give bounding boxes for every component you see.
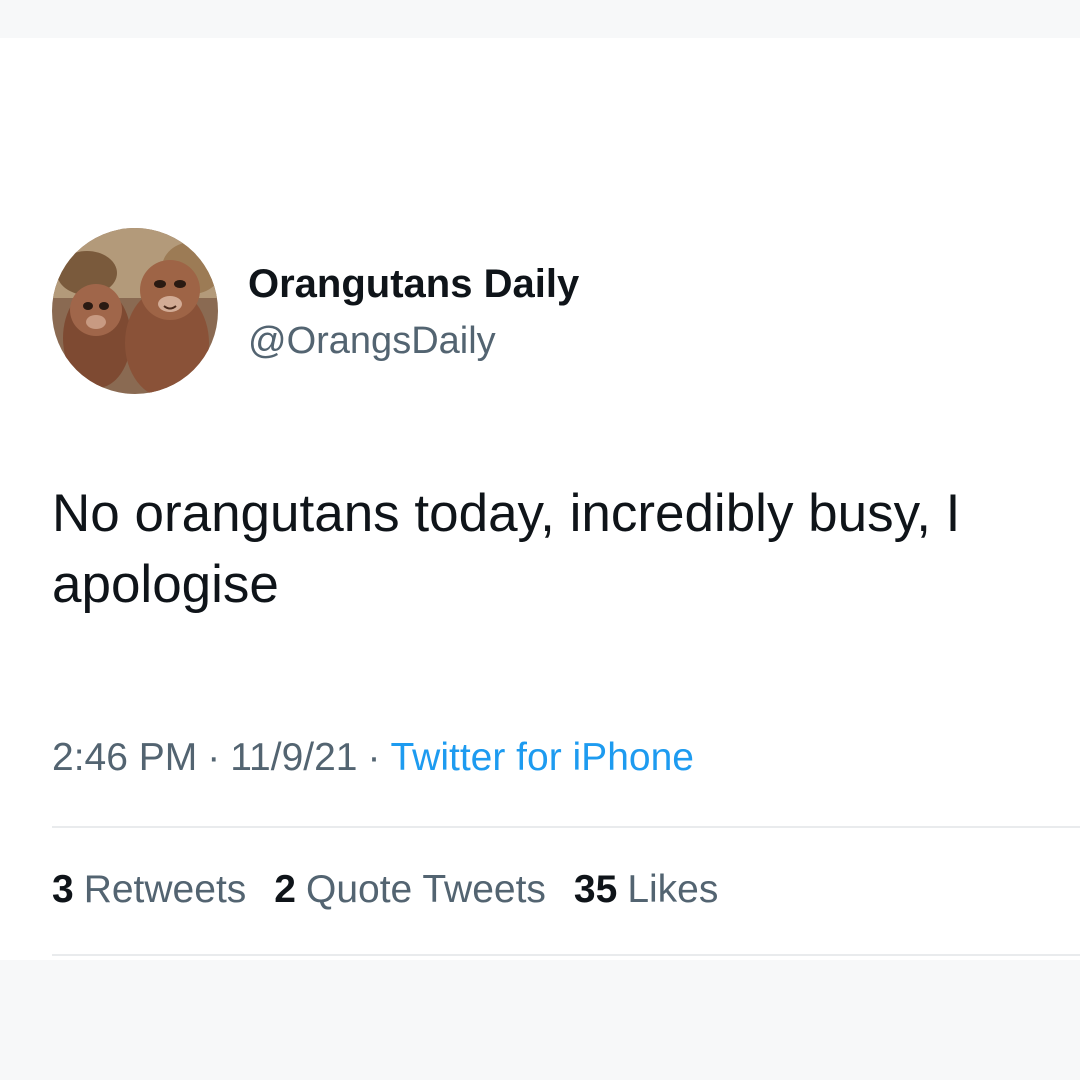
divider — [52, 826, 1080, 828]
tweet-date[interactable]: 11/9/21 — [230, 736, 357, 779]
likes-count: 35 — [573, 868, 618, 911]
likes-stat[interactable]: 35 Likes — [574, 868, 718, 912]
user-handle[interactable]: @OrangsDaily — [248, 320, 496, 363]
orangutan-avatar-icon — [52, 228, 218, 394]
quote-tweets-count: 2 — [274, 868, 296, 911]
retweets-label: Retweets — [83, 868, 247, 911]
tweet-time[interactable]: 2:46 PM — [52, 736, 197, 779]
quote-tweets-stat[interactable]: 2 Quote Tweets — [274, 868, 546, 912]
tweet-stats: 3 Retweets 2 Quote Tweets 35 Likes — [52, 868, 746, 912]
likes-label: Likes — [627, 868, 719, 911]
page-background — [0, 960, 1080, 1080]
meta-separator: · — [367, 736, 381, 779]
display-name[interactable]: Orangutans Daily — [248, 262, 579, 307]
divider — [52, 954, 1080, 956]
meta-separator: · — [207, 736, 221, 779]
retweets-stat[interactable]: 3 Retweets — [52, 868, 246, 912]
retweets-count: 3 — [52, 868, 74, 911]
avatar[interactable] — [52, 228, 218, 394]
tweet-text: No orangutans today, incredibly busy, I … — [52, 484, 961, 614]
tweet-source-link[interactable]: Twitter for iPhone — [390, 736, 693, 779]
tweet-meta: 2:46 PM · 11/9/21 · Twitter for iPhone — [52, 736, 694, 780]
quote-tweets-label: Quote Tweets — [305, 868, 546, 911]
